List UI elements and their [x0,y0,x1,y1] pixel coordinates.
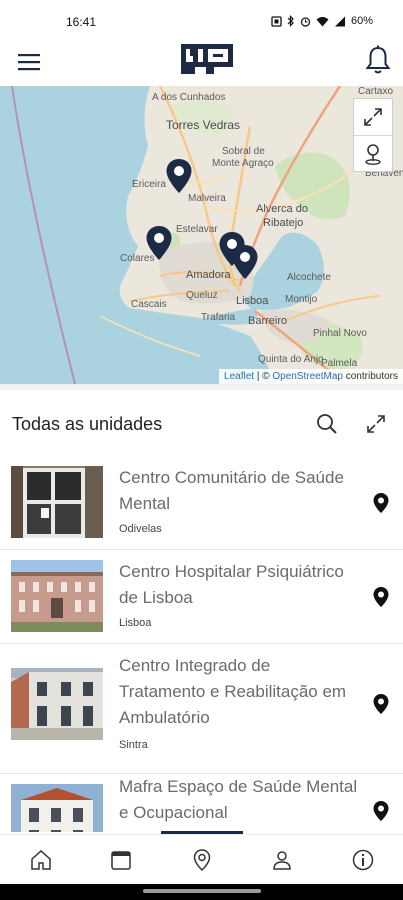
unit-name: Centro Comunitário de Saúde Mental [119,468,344,513]
map-label: Palmela [321,358,358,369]
user-icon [273,851,291,870]
nav-profile[interactable] [270,848,294,872]
cip-logo-icon [181,44,233,74]
map-label: Quinta do Anjo [258,354,324,365]
bottom-nav [0,834,403,884]
nav-calendar[interactable] [109,848,133,872]
map-label: Monte Agraço [212,158,274,169]
location-pin-icon[interactable] [372,800,390,822]
alarm-icon [300,16,311,27]
map-label: Lisboa [236,295,269,307]
app-logo [179,42,236,76]
map-label: Amadora [186,269,231,281]
list-item[interactable]: Centro Hospitalar Psiquiátrico de Lisboa… [0,550,403,644]
location-icon [193,849,211,872]
map-attribution: Leaflet | © OpenStreetMap contributors [219,369,403,384]
section-title: Todas as unidades [12,414,163,434]
map-label: Montijo [285,294,318,305]
map-locate-button[interactable] [354,135,392,171]
menu-button[interactable] [17,50,43,74]
status-time: 16:41 [66,15,97,29]
map-fullscreen-button[interactable] [354,99,392,135]
location-pin-icon[interactable] [372,693,390,715]
map-label: Barreiro [248,315,288,327]
map-label: Cartaxo [358,86,394,97]
unit-photo [11,784,103,832]
expand-list-button[interactable] [364,412,388,436]
unit-name: Centro Integrado de Tratamento e Reabili… [119,656,347,727]
location-pin-icon[interactable] [372,586,390,608]
map-label: Trafaria [201,312,236,323]
gesture-handle[interactable] [143,889,261,893]
map-label: Malveira [188,193,226,204]
map-label: Torres Vedras [166,118,241,132]
search-button[interactable] [315,412,339,436]
nav-locations[interactable] [190,848,214,872]
nav-home[interactable] [29,848,53,872]
list-item[interactable]: Centro Integrado de Tratamento e Reabili… [0,644,403,774]
home-icon [31,849,51,870]
units-list[interactable]: Centro Comunitário de Saúde Mental Odive… [0,456,403,832]
map-pin-lisboa[interactable] [231,244,259,280]
map-label: Sobral de [222,146,265,157]
list-item[interactable]: Centro Comunitário de Saúde Mental Odive… [0,456,403,550]
bell-icon [365,45,391,74]
nav-info[interactable] [351,848,375,872]
list-item[interactable]: Mafra Espaço de Saúde Mental e Ocupacion… [0,774,403,832]
unit-photo [11,466,103,538]
map-label: Ribatejo [263,217,304,229]
map-label: Alverca do [256,203,308,215]
location-marker-icon [365,143,381,165]
notifications-button[interactable] [363,44,393,76]
map-pin-sintra[interactable] [145,225,173,261]
unit-photo [11,668,103,740]
unit-photo [11,560,103,632]
osm-link[interactable]: OpenStreetMap [272,371,343,382]
unit-name: Mafra Espaço de Saúde Mental e Ocupacion… [119,777,358,822]
unit-place: Lisboa [119,617,152,629]
wifi-icon [316,16,329,26]
nfc-icon [271,15,282,27]
map-pin-mafra[interactable] [165,158,193,194]
unit-place: Odivelas [119,523,162,535]
search-icon [317,414,337,434]
attribution-separator: | © [254,371,273,382]
info-icon [352,849,374,871]
map-controls [353,98,393,172]
hamburger-icon [18,54,40,71]
status-icons: 60% [271,15,373,27]
map-label: A dos Cunhados [152,92,226,103]
bluetooth-icon [287,15,294,27]
battery-percent: 60% [350,15,373,27]
map-label: Pinhal Novo [313,328,367,339]
map-label: Estelavar [176,224,218,235]
map-label: Ericeira [132,179,166,190]
leaflet-link[interactable]: Leaflet [224,371,254,382]
map-divider [0,384,403,390]
signal-icon [334,16,345,26]
location-pin-icon[interactable] [372,492,390,514]
app-header [0,38,403,86]
calendar-icon [111,851,131,870]
map-label: Queluz [186,290,218,301]
expand-icon [367,415,385,433]
map-view[interactable]: A dos Cunhados Torres Vedras Sobral de M… [0,86,403,384]
map-label: Cascais [131,299,167,310]
unit-place: Sintra [119,739,148,751]
attribution-contributors: contributors [342,371,398,382]
map-label: Alcochete [287,272,331,283]
status-bar: 16:41 60% [0,0,403,38]
unit-name: Centro Hospitalar Psiquiátrico de Lisboa [119,562,344,607]
fullscreen-icon [364,108,382,126]
